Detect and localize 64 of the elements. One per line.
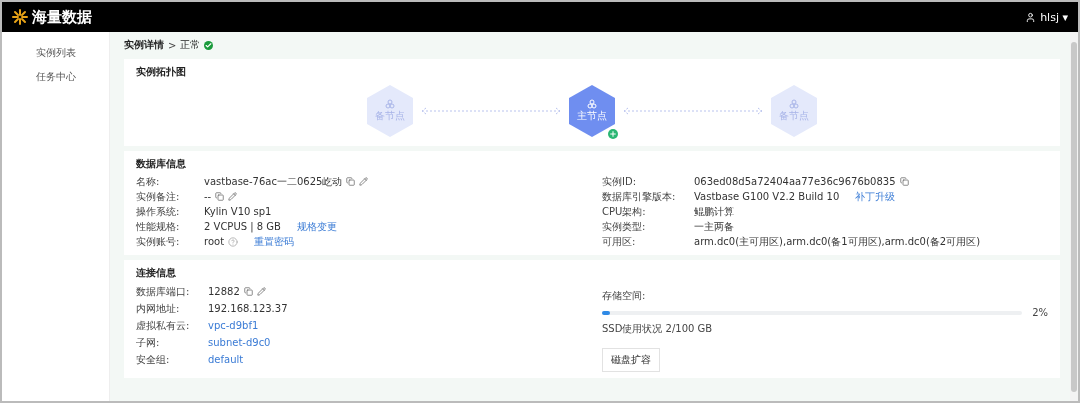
field-label: 操作系统: (136, 204, 181, 219)
add-badge-icon[interactable] (608, 129, 618, 139)
card-title: 实例拓扑图 (136, 65, 187, 79)
help-icon[interactable] (228, 236, 239, 247)
field-label: 实例ID: (602, 174, 638, 189)
sidebar-item[interactable]: 任务中心 (35, 70, 76, 84)
cluster-icon (587, 99, 597, 109)
field-value: Vastbase G100 V2.2 Build 10 (694, 191, 840, 202)
breadcrumb-separator: > (168, 39, 177, 51)
value-link[interactable]: default (208, 354, 244, 365)
field-label: 可用区: (602, 234, 637, 249)
card-title: 连接信息 (136, 266, 177, 280)
field-label: 实例类型: (602, 219, 647, 234)
storage-usage: SSD使用状况 2/100 GB (602, 322, 714, 336)
field-value: arm.dc0(主可用区),arm.dc0(备1可用区),arm.dc0(备2可用区) (694, 234, 981, 249)
status-check-icon (204, 40, 214, 50)
copy-icon[interactable] (215, 192, 225, 201)
expand-disk-button[interactable]: 磁盘扩容 (602, 348, 660, 372)
edit-icon[interactable] (256, 287, 266, 296)
field-label: 子网: (136, 335, 161, 350)
value-link[interactable]: vpc-d9bf1 (208, 320, 259, 331)
copy-icon[interactable] (243, 287, 253, 296)
storage-label: 存储空间: (602, 289, 647, 303)
field-label: 性能规格: (136, 219, 181, 234)
edit-icon[interactable] (228, 192, 238, 201)
field-label: 实例账号: (136, 234, 181, 249)
field-value: 鲲鹏计算 (694, 204, 734, 219)
value-link[interactable]: subnet-d9c0 (208, 337, 271, 348)
cluster-icon (385, 99, 395, 109)
copy-icon[interactable] (346, 177, 356, 186)
node-label: 主节点 (577, 109, 607, 123)
field-label: 数据库引擎版本: (602, 189, 677, 204)
scrollbar[interactable] (1070, 32, 1078, 401)
field-value: 2 VCPUS | 8 GB (204, 221, 281, 232)
copy-icon[interactable] (899, 177, 909, 186)
field-label: 实例备注: (136, 189, 181, 204)
action-link[interactable]: 重置密码 (254, 234, 295, 249)
field-label: CPU架构: (602, 204, 647, 219)
action-link[interactable]: 规格变更 (296, 219, 337, 234)
field-label: 数据库端口: (136, 284, 191, 299)
field-value: 192.168.123.37 (208, 303, 288, 314)
logo-icon (12, 9, 28, 25)
cluster-icon (789, 99, 799, 109)
field-value: root (204, 236, 225, 247)
field-value: -- (204, 191, 212, 202)
field-label: 虚拟私有云: (136, 318, 191, 333)
card-title: 数据库信息 (136, 157, 187, 171)
user-icon (1025, 11, 1037, 23)
status-text: 正常 (180, 38, 201, 52)
sidebar-item[interactable]: 实例列表 (35, 46, 76, 60)
field-value: vastbase-76ac一二0625屹动 (204, 174, 343, 189)
field-value: 063ed08d5a72404aa77e36c9676b0835 (694, 176, 896, 187)
field-value: 一主两备 (694, 219, 734, 234)
field-label: 名称: (136, 174, 161, 189)
field-label: 安全组: (136, 352, 171, 367)
user-menu[interactable]: hlsj ▾ (1025, 10, 1068, 24)
logo: 海量数据 (32, 7, 92, 27)
edit-icon[interactable] (359, 177, 369, 186)
field-value: Kylin V10 sp1 (204, 206, 272, 217)
field-label: 内网地址: (136, 301, 181, 316)
action-link[interactable]: 补丁升级 (855, 189, 896, 204)
storage-percent: 2% (1032, 307, 1048, 318)
field-value: 12882 (208, 286, 240, 297)
page-title: 实例详情 (124, 38, 164, 52)
